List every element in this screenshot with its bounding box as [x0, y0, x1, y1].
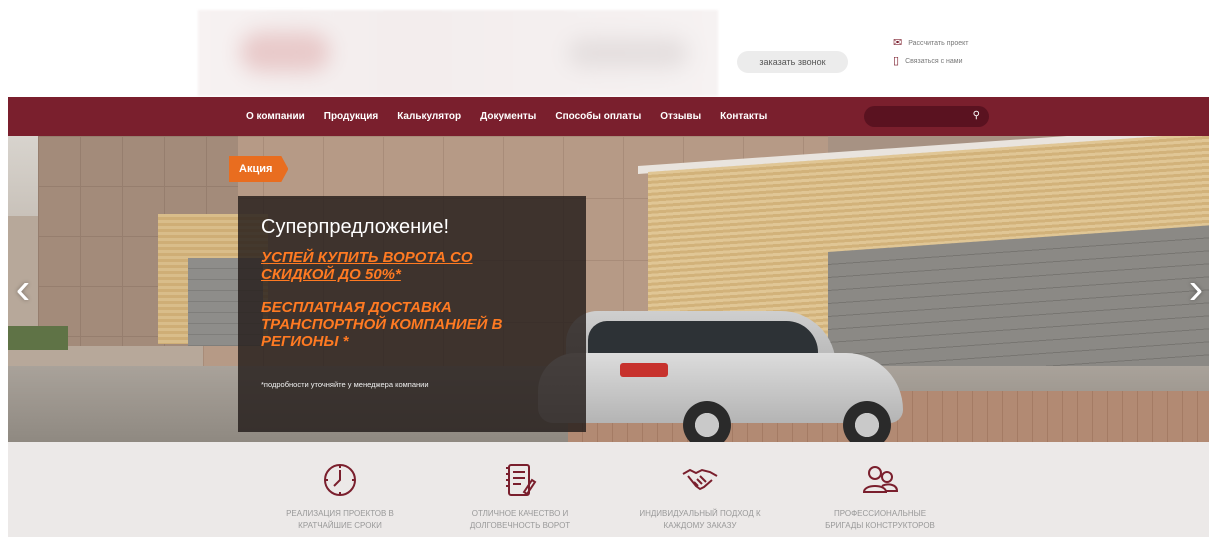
hero-slider: Акция Суперпредложение! УСПЕЙ КУПИТЬ ВОР…	[8, 136, 1209, 442]
page: заказать звонок ✉ Рассчитать проект ▯ Св…	[0, 0, 1209, 537]
feature-professional-team: ПРОФЕССИОНАЛЬНЫЕ БРИГАДЫ КОНСТРУКТОРОВ	[800, 442, 960, 532]
feature-text-line: БРИГАДЫ КОНСТРУКТОРОВ	[825, 521, 935, 530]
feature-text-line: РЕАЛИЗАЦИЯ ПРОЕКТОВ В	[286, 509, 394, 518]
team-icon	[860, 460, 900, 500]
site-header: заказать звонок ✉ Рассчитать проект ▯ Св…	[0, 0, 1209, 97]
slider-prev-button[interactable]: ‹	[8, 264, 38, 314]
handshake-icon	[680, 460, 720, 500]
feature-fast-delivery: РЕАЛИЗАЦИЯ ПРОЕКТОВ В КРАТЧАЙШИЕ СРОКИ	[260, 442, 420, 532]
promo-delivery-text: БЕСПЛАТНАЯ ДОСТАВКА ТРАНСПОРТНОЙ КОМПАНИ…	[261, 299, 502, 350]
contact-us-link[interactable]: ▯ Связаться с нами	[893, 56, 963, 67]
promo-delivery-line-1: БЕСПЛАТНАЯ ДОСТАВКА	[261, 299, 452, 316]
nav-item-about[interactable]: О компании	[246, 111, 305, 122]
feature-individual-approach: ИНДИВИДУАЛЬНЫЙ ПОДХОД К КАЖДОМУ ЗАКАЗУ	[620, 442, 780, 532]
feature-text-line: ДОЛГОВЕЧНОСТЬ ВОРОТ	[469, 521, 571, 530]
nav-item-products[interactable]: Продукция	[324, 111, 378, 122]
slider-next-button[interactable]: ›	[1181, 264, 1209, 314]
nav-menu: О компании Продукция Калькулятор Докумен…	[246, 97, 786, 136]
promo-title: Суперпредложение!	[261, 216, 450, 238]
envelope-icon: ✉	[893, 37, 903, 49]
promo-discount-text[interactable]: УСПЕЙ КУПИТЬ ВОРОТА СО СКИДКОЙ ДО 50%*	[261, 249, 473, 283]
chevron-left-icon: ‹	[15, 264, 31, 313]
calculate-project-link[interactable]: ✉ Рассчитать проект	[893, 38, 969, 49]
main-nav: О компании Продукция Калькулятор Докумен…	[8, 97, 1209, 136]
car-image	[538, 311, 908, 442]
nav-item-payment[interactable]: Способы оплаты	[555, 111, 641, 122]
logo[interactable]	[198, 10, 718, 96]
promo-discount-line-2: СКИДКОЙ ДО 50%*	[261, 266, 401, 283]
clock-icon	[320, 460, 360, 500]
feature-text-line: КАЖДОМУ ЗАКАЗУ	[663, 521, 737, 530]
nav-item-reviews[interactable]: Отзывы	[660, 111, 701, 122]
feature-text-line: ОТЛИЧНОЕ КАЧЕСТВО И	[471, 509, 569, 518]
feature-text-line: КРАТЧАЙШИЕ СРОКИ	[298, 521, 382, 530]
chevron-right-icon: ›	[1188, 264, 1204, 313]
promo-delivery-line-3: РЕГИОНЫ *	[261, 333, 349, 350]
features-strip: РЕАЛИЗАЦИЯ ПРОЕКТОВ В КРАТЧАЙШИЕ СРОКИ О…	[8, 442, 1209, 537]
search-icon[interactable]: ⚲	[973, 110, 980, 121]
promo-discount-line-1: УСПЕЙ КУПИТЬ ВОРОТА СО	[261, 249, 473, 266]
nav-item-documents[interactable]: Документы	[480, 111, 536, 122]
feature-text-line: ИНДИВИДУАЛЬНЫЙ ПОДХОД К	[639, 509, 761, 518]
search-box: ⚲	[864, 106, 989, 127]
document-icon	[500, 460, 540, 500]
phone-icon: ▯	[893, 55, 900, 67]
promo-badge: Акция	[229, 156, 289, 182]
nav-item-calculator[interactable]: Калькулятор	[397, 111, 461, 122]
contact-us-label: Связаться с нами	[905, 58, 963, 65]
feature-quality: ОТЛИЧНОЕ КАЧЕСТВО И ДОЛГОВЕЧНОСТЬ ВОРОТ	[440, 442, 600, 532]
search-input[interactable]	[864, 106, 989, 127]
promo-footnote: *подробности уточняйте у менеджера компа…	[261, 380, 429, 389]
nav-item-contacts[interactable]: Контакты	[720, 111, 767, 122]
calculate-project-label: Рассчитать проект	[908, 40, 969, 47]
order-call-button[interactable]: заказать звонок	[737, 51, 848, 73]
promo-delivery-line-2: ТРАНСПОРТНОЙ КОМПАНИЕЙ В	[261, 316, 503, 333]
feature-text-line: ПРОФЕССИОНАЛЬНЫЕ	[833, 509, 927, 518]
